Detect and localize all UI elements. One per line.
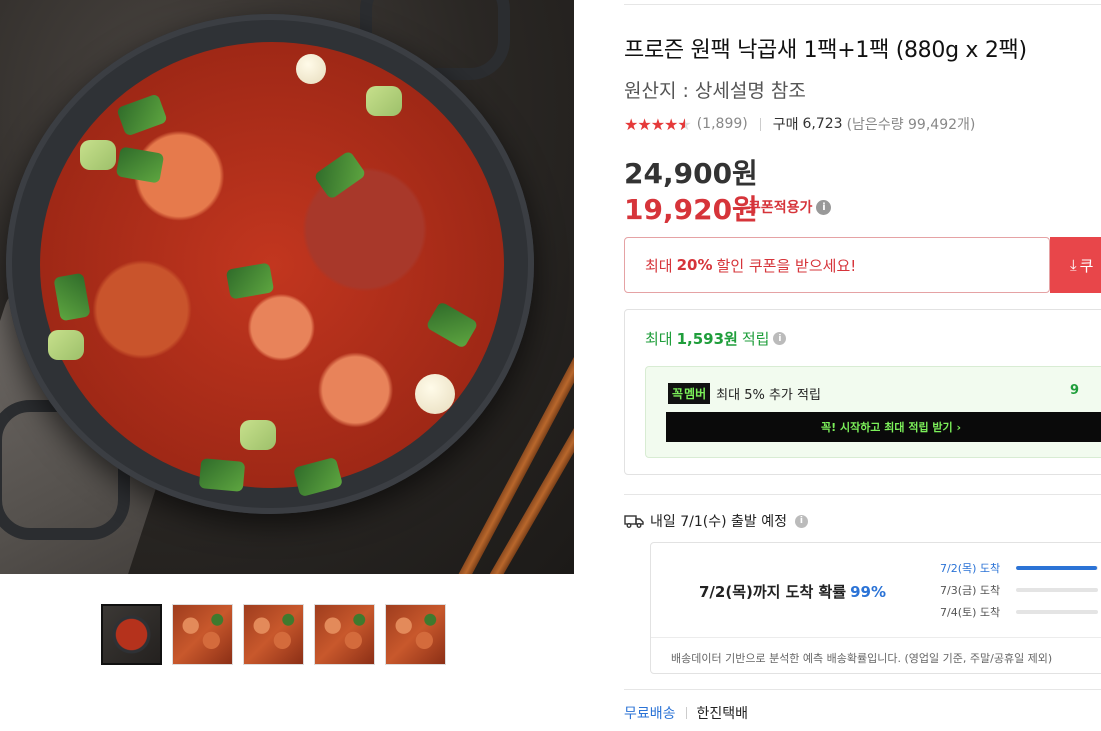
points-suffix: 적립 <box>741 330 770 348</box>
truck-icon <box>624 515 644 528</box>
info-icon[interactable]: i <box>794 514 808 528</box>
member-badge-mark: 꼭 <box>672 385 684 402</box>
arrival-row: 7/4(토) 도착 <box>940 601 1101 623</box>
thumbnail-5[interactable] <box>385 604 446 665</box>
thumbnail-image <box>315 605 374 664</box>
arrival-distribution: 7/2(목) 도착 7/3(금) 도착 7/4(토) 도착 <box>940 557 1101 623</box>
coupon-banner[interactable]: 최대 20% 할인 쿠폰을 받으세요! <box>624 237 1050 293</box>
original-price: 24,900원 <box>624 157 758 190</box>
points-line: 최대 1,593원 적립 i <box>645 328 787 349</box>
arrival-bar-fill <box>1016 566 1098 570</box>
main-product-image <box>0 0 574 574</box>
divider <box>624 494 1101 495</box>
onion-piece <box>240 420 276 450</box>
divider <box>651 637 1101 638</box>
purchase-label: 구매 <box>772 117 799 133</box>
purchase-count: 6,723 <box>802 116 843 132</box>
member-signup-button[interactable]: 꼭! 시작하고 최대 적립 받기 › <box>666 412 1101 442</box>
free-shipping-label: 무료배송 <box>624 706 676 722</box>
garlic-clove <box>415 374 455 414</box>
member-percent: 9 <box>1070 383 1080 398</box>
divider <box>624 4 1101 5</box>
thumbnail-4[interactable] <box>314 604 375 665</box>
member-benefit-text: 최대 5% 추가 적립 <box>716 388 821 403</box>
thumbnail-2[interactable] <box>172 604 233 665</box>
green-onion <box>198 458 246 492</box>
member-badge-text: 멤버 <box>684 385 707 402</box>
thumbnail-image <box>386 605 445 664</box>
thumbnail-image <box>173 605 232 664</box>
arrival-row: 7/3(금) 도착 <box>940 579 1101 601</box>
onion-piece <box>80 140 116 170</box>
thumbnail-3[interactable] <box>243 604 304 665</box>
arrival-probability: 99% <box>850 583 887 601</box>
member-line: 꼭 멤버 최대 5% 추가 적립 <box>668 383 821 404</box>
member-promo-box: 꼭 멤버 최대 5% 추가 적립 9 꼭! 시작하고 최대 적립 받기 › <box>645 366 1101 458</box>
arrival-estimate-box: 7/2(목)까지 도착 확률 99% 7/2(목) 도착 7/3(금) 도착 7/4(… <box>650 542 1101 674</box>
departure-line: 내일 7/1(수) 출발 예정 i <box>624 511 808 531</box>
remaining-quantity: (남은수량 99,492개) <box>846 117 976 133</box>
review-count-link[interactable]: (1,899) <box>697 116 748 132</box>
sale-price: 19,920원 <box>624 193 758 226</box>
coupon-button-label: 쿠 <box>1079 256 1094 275</box>
arrival-row-label: 7/2(목) 도착 <box>940 562 1001 575</box>
points-card: 최대 1,593원 적립 i 꼭 멤버 최대 5% 추가 적립 9 꼭! 시작하… <box>624 309 1101 475</box>
thumbnail-strip <box>101 604 446 665</box>
arrival-bar-track <box>1016 610 1098 614</box>
half-star-icon: ★ <box>677 115 691 134</box>
arrival-row: 7/2(목) 도착 <box>940 557 1101 579</box>
star-rating[interactable]: ★★★★★ <box>624 115 692 134</box>
courier-name: 한진택배 <box>696 706 749 722</box>
points-prefix: 최대 <box>645 330 673 348</box>
product-origin: 원산지 : 상세설명 참조 <box>624 80 806 102</box>
arrival-note: 배송데이터 기반으로 분석한 예측 배송확률입니다. (영업일 기준, 주말/공… <box>671 652 1053 665</box>
arrival-bar-track <box>1016 566 1098 570</box>
coupon-prefix: 최대 <box>645 256 673 275</box>
coupon-percent: 20% <box>676 256 713 274</box>
coupon-price-label: 쿠폰적용가 i <box>748 197 832 217</box>
info-icon[interactable]: i <box>816 199 832 215</box>
product-title: 프로즌 원팩 낙곱새 1팩+1팩 (880g x 2팩) <box>624 38 1027 63</box>
onion-piece <box>366 86 402 116</box>
member-badge: 꼭 멤버 <box>668 383 711 404</box>
thumbnail-1[interactable] <box>101 604 162 665</box>
divider <box>685 707 687 719</box>
departure-text: 내일 7/1(수) 출발 예정 <box>650 514 787 530</box>
arrival-headline-text: 7/2(목)까지 도착 확률 <box>699 583 847 601</box>
garlic-clove <box>296 54 326 84</box>
coupon-suffix: 할인 쿠폰을 받으세요! <box>716 256 857 275</box>
thumbnail-image <box>103 606 160 663</box>
product-info-panel: 프로즌 원팩 낙곱새 1팩+1팩 (880g x 2팩) 원산지 : 상세설명 … <box>624 0 1101 731</box>
coupon-download-button[interactable]: ⤓ 쿠 <box>1050 237 1101 293</box>
coupon-price-text: 쿠폰적용가 <box>748 200 813 216</box>
thumbnail-image <box>244 605 303 664</box>
points-amount: 1,593원 <box>676 330 738 348</box>
info-icon[interactable]: i <box>773 332 787 345</box>
onion-piece <box>48 330 84 360</box>
download-arrow-icon: ⤓ <box>1070 256 1077 274</box>
shipping-method: 무료배송 한진택배 <box>624 703 748 723</box>
divider <box>759 117 761 131</box>
arrival-headline: 7/2(목)까지 도착 확률 99% <box>699 581 886 602</box>
arrival-row-label: 7/3(금) 도착 <box>940 584 1001 597</box>
rating-row: ★★★★★ (1,899) 구매 6,723 (남은수량 99,492개) <box>624 114 975 134</box>
arrival-bar-track <box>1016 588 1098 592</box>
arrival-row-label: 7/4(토) 도착 <box>940 606 1001 619</box>
divider <box>624 689 1101 690</box>
